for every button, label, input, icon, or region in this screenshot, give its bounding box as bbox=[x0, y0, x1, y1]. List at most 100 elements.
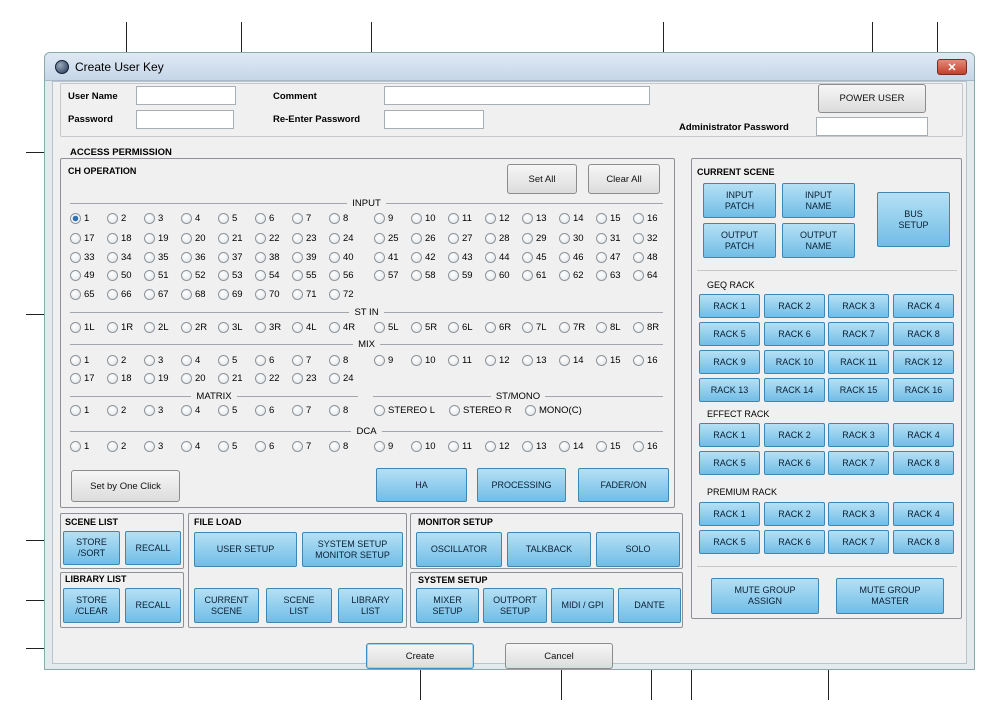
input-channel-radio[interactable]: 24 bbox=[329, 233, 354, 244]
input-channel-radio[interactable]: 60 bbox=[485, 270, 510, 281]
radio-button-icon[interactable] bbox=[107, 289, 118, 300]
radio-button-icon[interactable] bbox=[292, 405, 303, 416]
stin-channel-radio[interactable]: 8L bbox=[596, 322, 621, 333]
radio-button-icon[interactable] bbox=[292, 373, 303, 384]
radio-button-icon[interactable] bbox=[255, 233, 266, 244]
stin-channel-radio[interactable]: 1R bbox=[107, 322, 133, 333]
radio-button-icon[interactable] bbox=[374, 322, 385, 333]
midi-gpi-button[interactable]: MIDI / GPI bbox=[551, 588, 614, 623]
input-channel-radio[interactable]: 43 bbox=[448, 252, 473, 263]
mix-channel-radio[interactable]: 4 bbox=[181, 355, 200, 366]
dca-channel-radio[interactable]: 10 bbox=[411, 441, 436, 452]
premium-rack-button[interactable]: RACK 3 bbox=[828, 502, 889, 526]
radio-button-icon[interactable] bbox=[485, 213, 496, 224]
stin-channel-radio[interactable]: 4R bbox=[329, 322, 355, 333]
input-channel-radio[interactable]: 11 bbox=[448, 213, 472, 224]
stmono-channel-radio[interactable]: MONO(C) bbox=[525, 405, 582, 416]
library-list-load-button[interactable]: LIBRARY LIST bbox=[338, 588, 403, 623]
radio-button-icon[interactable] bbox=[596, 355, 607, 366]
stin-channel-radio[interactable]: 1L bbox=[70, 322, 95, 333]
radio-button-icon[interactable] bbox=[448, 441, 459, 452]
dca-channel-radio[interactable]: 1 bbox=[70, 441, 89, 452]
input-channel-radio[interactable]: 50 bbox=[107, 270, 132, 281]
input-channel-radio[interactable]: 65 bbox=[70, 289, 95, 300]
mix-channel-radio[interactable]: 7 bbox=[292, 355, 311, 366]
input-channel-radio[interactable]: 3 bbox=[144, 213, 163, 224]
input-channel-radio[interactable]: 66 bbox=[107, 289, 132, 300]
radio-button-icon[interactable] bbox=[448, 213, 459, 224]
radio-button-icon[interactable] bbox=[525, 405, 536, 416]
input-channel-radio[interactable]: 8 bbox=[329, 213, 348, 224]
matrix-channel-radio[interactable]: 8 bbox=[329, 405, 348, 416]
radio-button-icon[interactable] bbox=[329, 252, 340, 263]
input-channel-radio[interactable]: 30 bbox=[559, 233, 584, 244]
input-channel-radio[interactable]: 23 bbox=[292, 233, 317, 244]
effect-rack-button[interactable]: RACK 5 bbox=[699, 451, 760, 475]
input-channel-radio[interactable]: 38 bbox=[255, 252, 280, 263]
mix-channel-radio[interactable]: 16 bbox=[633, 355, 658, 366]
stin-channel-radio[interactable]: 5L bbox=[374, 322, 399, 333]
stmono-channel-radio[interactable]: STEREO R bbox=[449, 405, 512, 416]
mute-group-assign-button[interactable]: MUTE GROUP ASSIGN bbox=[711, 578, 819, 614]
comment-field[interactable] bbox=[384, 86, 650, 105]
input-channel-radio[interactable]: 55 bbox=[292, 270, 317, 281]
radio-button-icon[interactable] bbox=[144, 355, 155, 366]
input-channel-radio[interactable]: 28 bbox=[485, 233, 510, 244]
input-channel-radio[interactable]: 45 bbox=[522, 252, 547, 263]
radio-button-icon[interactable] bbox=[374, 405, 385, 416]
solo-button[interactable]: SOLO bbox=[596, 532, 680, 567]
mix-channel-radio[interactable]: 18 bbox=[107, 373, 132, 384]
dca-channel-radio[interactable]: 8 bbox=[329, 441, 348, 452]
radio-button-icon[interactable] bbox=[292, 441, 303, 452]
radio-button-icon[interactable] bbox=[448, 252, 459, 263]
radio-button-icon[interactable] bbox=[218, 289, 229, 300]
radio-button-icon[interactable] bbox=[448, 270, 459, 281]
radio-button-icon[interactable] bbox=[411, 441, 422, 452]
input-channel-radio[interactable]: 20 bbox=[181, 233, 206, 244]
radio-button-icon[interactable] bbox=[70, 441, 81, 452]
dca-channel-radio[interactable]: 14 bbox=[559, 441, 584, 452]
input-channel-radio[interactable]: 53 bbox=[218, 270, 243, 281]
radio-button-icon[interactable] bbox=[329, 441, 340, 452]
password-field[interactable] bbox=[136, 110, 234, 129]
input-channel-radio[interactable]: 42 bbox=[411, 252, 436, 263]
mix-channel-radio[interactable]: 2 bbox=[107, 355, 126, 366]
oscillator-button[interactable]: OSCILLATOR bbox=[416, 532, 502, 567]
input-channel-radio[interactable]: 16 bbox=[633, 213, 658, 224]
radio-button-icon[interactable] bbox=[485, 233, 496, 244]
input-channel-radio[interactable]: 36 bbox=[181, 252, 206, 263]
mix-channel-radio[interactable]: 15 bbox=[596, 355, 621, 366]
power-user-button[interactable]: POWER USER bbox=[818, 84, 926, 113]
geq-rack-button[interactable]: RACK 7 bbox=[828, 322, 889, 346]
radio-button-icon[interactable] bbox=[218, 355, 229, 366]
radio-button-icon[interactable] bbox=[411, 233, 422, 244]
radio-button-icon[interactable] bbox=[255, 441, 266, 452]
radio-button-icon[interactable] bbox=[411, 270, 422, 281]
input-channel-radio[interactable]: 59 bbox=[448, 270, 473, 281]
radio-button-icon[interactable] bbox=[485, 252, 496, 263]
stin-channel-radio[interactable]: 6L bbox=[448, 322, 473, 333]
radio-button-icon[interactable] bbox=[144, 270, 155, 281]
input-channel-radio[interactable]: 54 bbox=[255, 270, 280, 281]
input-channel-radio[interactable]: 21 bbox=[218, 233, 243, 244]
radio-button-icon[interactable] bbox=[559, 233, 570, 244]
radio-button-icon[interactable] bbox=[292, 289, 303, 300]
input-channel-radio[interactable]: 13 bbox=[522, 213, 547, 224]
radio-button-icon[interactable] bbox=[329, 322, 340, 333]
geq-rack-button[interactable]: RACK 1 bbox=[699, 294, 760, 318]
outport-setup-button[interactable]: OUTPORT SETUP bbox=[483, 588, 547, 623]
input-channel-radio[interactable]: 27 bbox=[448, 233, 473, 244]
mix-channel-radio[interactable]: 20 bbox=[181, 373, 206, 384]
library-store-clear-button[interactable]: STORE /CLEAR bbox=[63, 588, 120, 623]
input-channel-radio[interactable]: 62 bbox=[559, 270, 584, 281]
radio-button-icon[interactable] bbox=[596, 252, 607, 263]
output-patch-button[interactable]: OUTPUT PATCH bbox=[703, 223, 776, 258]
effect-rack-button[interactable]: RACK 1 bbox=[699, 423, 760, 447]
radio-button-icon[interactable] bbox=[411, 355, 422, 366]
geq-rack-button[interactable]: RACK 8 bbox=[893, 322, 954, 346]
dca-channel-radio[interactable]: 3 bbox=[144, 441, 163, 452]
radio-button-icon[interactable] bbox=[144, 252, 155, 263]
dca-channel-radio[interactable]: 2 bbox=[107, 441, 126, 452]
radio-button-icon[interactable] bbox=[255, 322, 266, 333]
dca-channel-radio[interactable]: 4 bbox=[181, 441, 200, 452]
